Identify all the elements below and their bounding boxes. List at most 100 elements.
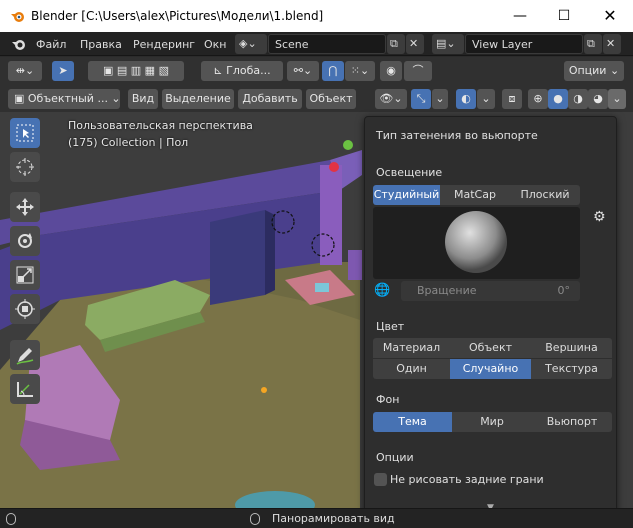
snap-toggle[interactable]: ⋂ [322,61,344,81]
close-button[interactable]: ✕ [600,6,620,26]
grid-icon: ⁙⌄ [350,64,370,77]
annotate-pencil-icon [16,348,34,365]
tool-cursor[interactable] [10,152,40,182]
falloff-icon: ⌒ [412,64,424,77]
visibility-dropdown[interactable]: 👁⌄ [375,89,407,109]
select-mode-icons: ▣ ▤ ▥ ▦ ▧ [103,64,169,77]
rotation-value: 0° [557,284,571,297]
background-option-viewport[interactable]: Вьюпорт [532,412,612,432]
xray-icon: ⧈ [508,92,516,105]
overlays-dropdown[interactable]: ⌄ [477,89,495,109]
delete-view-layer-icon[interactable]: ✕ [603,34,621,54]
status-hint: Панорамировать вид [272,512,395,525]
tool-rotate[interactable] [10,226,40,256]
3d-cursor-icon [16,158,34,176]
shading-popover-button[interactable]: ⌄ [608,89,626,109]
move-icon [16,198,34,216]
mode-label: Объектный ... [27,92,108,105]
viewport-header: ▣ Объектный ... ⌄ Вид Выделение Добавить… [0,85,633,113]
scene-name-field[interactable]: Scene [268,34,386,54]
tool-header: ⇹⌄ ➤ ▣ ▤ ▥ ▦ ▧ ⊾ Глоба... ⚯⌄ ⋂ ⁙⌄ ◉ ⌒ Оп… [0,57,633,85]
rendered-shading-button[interactable]: ◕ [588,89,608,109]
rotate-icon [18,233,32,248]
solid-shading-button[interactable]: ● [548,89,568,109]
gizmo-icon: ⤡ [416,92,426,105]
new-scene-icon[interactable]: ⧉ [387,34,405,54]
tool-move[interactable] [10,192,40,222]
tool-select-box[interactable] [10,118,40,148]
maximize-button[interactable]: ☐ [554,6,574,26]
backface-culling-checkbox[interactable] [374,473,387,486]
scene-icon: ◈⌄ [239,37,257,50]
mouse-left-icon [6,513,16,525]
link-icon: ⚯⌄ [293,64,313,77]
color-option-random[interactable]: Случайно [450,359,531,379]
menu-select[interactable]: Выделение [162,89,234,109]
menu-edit[interactable]: Правка [80,38,122,51]
menu-view[interactable]: Вид [128,89,158,109]
scale-icon [16,266,34,284]
wireframe-sphere-icon: ⊕ [533,92,543,105]
material-shading-button[interactable]: ◑ [568,89,588,109]
menu-render[interactable]: Рендеринг [133,38,195,51]
proportional-icon: ◉ [386,64,396,77]
viewport-collection-label: (175) Collection | Пол [68,136,189,149]
new-view-layer-icon[interactable]: ⧉ [584,34,602,54]
view-layer-selector-button[interactable]: ▤⌄ [432,34,464,54]
tool-transform[interactable] [10,294,40,324]
gizmo-toggle[interactable]: ⤡ [411,89,431,109]
menu-object[interactable]: Объект [306,89,356,109]
world-space-lighting-icon[interactable]: 🌐 [374,283,390,298]
object-mode-icon: ▣ [14,92,28,105]
gear-icon[interactable]: ⚙ [593,209,606,225]
menu-window[interactable]: Окн [204,38,227,51]
menu-add[interactable]: Добавить [238,89,302,109]
blender-logo-icon [11,12,24,22]
color-option-single[interactable]: Один [373,359,450,379]
select-mode-buttons[interactable]: ▣ ▤ ▥ ▦ ▧ [88,61,184,81]
options-dropdown[interactable]: Опции ⌄ [564,61,624,81]
xray-toggle[interactable]: ⧈ [502,89,522,109]
scene-selector-button[interactable]: ◈⌄ [235,34,267,54]
studio-light-preview[interactable] [373,207,580,279]
color-option-vertex[interactable]: Вершина [531,338,612,358]
background-option-world[interactable]: Мир [452,412,532,432]
lighting-option-matcap[interactable]: MatCap [440,185,510,205]
viewport-shading-popover: Тип затенения во вьюпорте Освещение Студ… [364,116,617,518]
background-heading: Фон [376,393,400,406]
solid-sphere-icon: ● [553,92,563,105]
pivot-point-dropdown[interactable]: ⚯⌄ [287,61,319,81]
color-option-texture[interactable]: Текстура [531,359,612,379]
select-tool-button[interactable]: ➤ [52,61,74,81]
lighting-option-studio[interactable]: Студийный [373,185,440,205]
delete-scene-icon[interactable]: ✕ [406,34,424,54]
rotation-label: Вращение [417,284,477,297]
falloff-dropdown[interactable]: ⌒ [404,61,432,81]
transform-orientation-dropdown[interactable]: ⊾ Глоба... [201,61,283,81]
view-layer-name-field[interactable]: View Layer [465,34,583,54]
gizmo-dropdown[interactable]: ⌄ [432,89,448,109]
proportional-edit-toggle[interactable]: ◉ [380,61,402,81]
menu-file[interactable]: Файл [36,38,66,51]
color-option-material[interactable]: Материал [373,338,450,358]
mode-dropdown[interactable]: ▣ Объектный ... ⌄ [8,89,121,109]
snap-target-dropdown[interactable]: ⁙⌄ [345,61,375,81]
tool-measure[interactable] [10,374,40,404]
magnet-icon: ⋂ [328,64,338,77]
wireframe-shading-button[interactable]: ⊕ [528,89,548,109]
options-label: Опции [568,64,607,77]
blender-menu-icon[interactable] [11,37,27,51]
overlays-toggle[interactable]: ◐ [456,89,476,109]
measure-ruler-icon [17,382,33,397]
popover-title: Тип затенения во вьюпорте [376,129,538,142]
color-heading: Цвет [376,320,405,333]
color-option-object[interactable]: Объект [450,338,531,358]
lighting-option-flat[interactable]: Плоский [510,185,580,205]
rotation-field[interactable]: Вращение 0° [401,281,580,301]
tool-annotate[interactable] [10,340,40,370]
minimize-button[interactable]: — [510,6,530,26]
pivot-icon: ⇹⌄ [15,64,35,77]
tool-scale[interactable] [10,260,40,290]
transform-pivot-button[interactable]: ⇹⌄ [8,61,42,81]
background-option-theme[interactable]: Тема [373,412,452,432]
